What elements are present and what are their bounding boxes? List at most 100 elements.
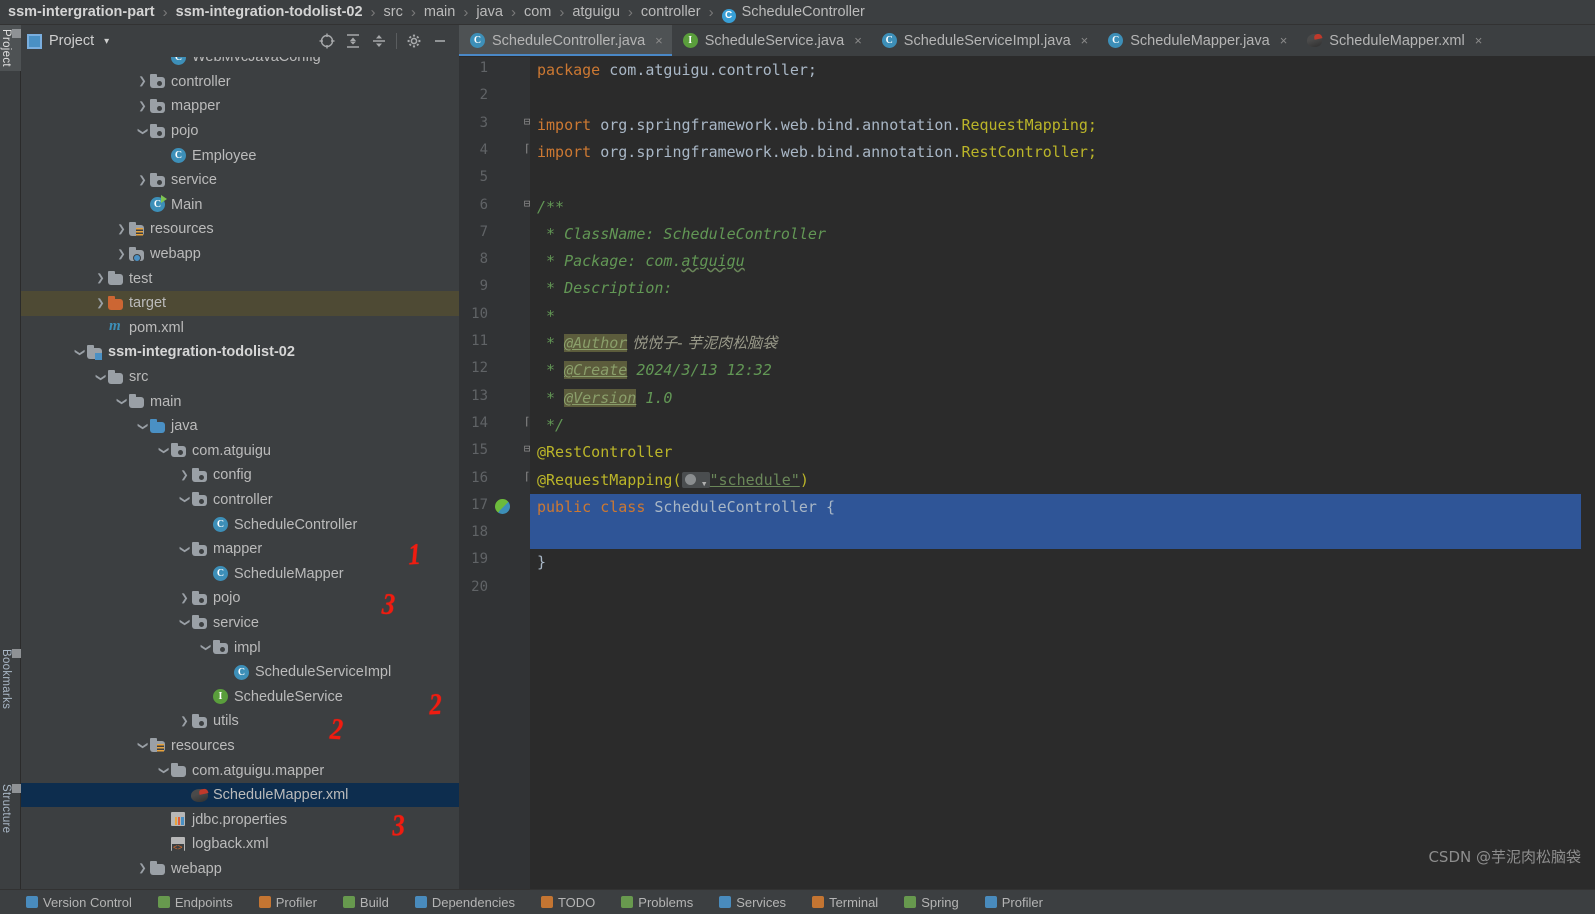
breadcrumb-item-0[interactable]: ssm-intergration-part <box>8 4 155 20</box>
status-bar-item-services[interactable]: Services <box>719 895 786 910</box>
breadcrumb-item-2[interactable]: src <box>384 4 403 20</box>
tree-node-schedulemapper-xml[interactable]: ❯ScheduleMapper.xml <box>21 782 459 808</box>
expand-all-icon[interactable] <box>340 29 366 53</box>
chevron-down-icon[interactable]: ❯ <box>158 444 169 457</box>
tree-node-resources[interactable]: ❯ resources <box>21 734 459 759</box>
tree-node-schedulemapper[interactable]: ❯CScheduleMapper <box>21 561 459 586</box>
hide-panel-icon[interactable] <box>427 29 453 53</box>
settings-gear-icon[interactable] <box>401 29 427 53</box>
spring-bean-icon[interactable] <box>495 498 510 514</box>
tree-node-impl[interactable]: ❯ impl <box>21 635 459 660</box>
status-bar-item-endpoints[interactable]: Endpoints <box>157 895 233 910</box>
status-bar-item-profiler[interactable]: Profiler <box>984 895 1043 910</box>
code-editor[interactable]: 1 2 3 4 5 6 7 8 9 10 11 12 13 14 15 16 17 18 19 20 ⊟ ⌈ ⊟ ⌈ ⊟ ⌈ pa… <box>459 57 1595 914</box>
chevron-down-icon[interactable]: ❯ <box>137 420 148 433</box>
chevron-down-icon[interactable]: ❯ <box>179 543 190 556</box>
tool-window-bookmarks[interactable]: Bookmarks <box>0 645 21 713</box>
tree-node-resources[interactable]: ❯ resources <box>21 217 459 242</box>
tree-node-scheduleserviceimpl[interactable]: ❯CScheduleServiceImpl <box>21 660 459 685</box>
tree-node-schedulecontroller[interactable]: ❯CScheduleController <box>21 512 459 537</box>
status-bar-item-version-control[interactable]: Version Control <box>26 895 132 910</box>
status-bar-item-build[interactable]: Build <box>342 895 389 910</box>
breadcrumb-item-6[interactable]: atguigu <box>572 4 620 20</box>
editor-gutter[interactable]: 1 2 3 4 5 6 7 8 9 10 11 12 13 14 15 16 17 18 19 20 ⊟ ⌈ ⊟ ⌈ ⊟ ⌈ <box>459 57 530 889</box>
chevron-right-icon[interactable]: ❯ <box>136 101 149 112</box>
breadcrumb-item-5[interactable]: com <box>524 4 551 20</box>
chevron-down-icon[interactable]: ▾ <box>104 36 109 47</box>
tree-node-target[interactable]: ❯ target <box>21 290 459 316</box>
breadcrumb[interactable]: ssm-intergration-part › ssm-integration-to… <box>0 0 1595 25</box>
chevron-right-icon[interactable]: ❯ <box>94 273 107 284</box>
tree-node-java[interactable]: ❯ java <box>21 414 459 439</box>
chevron-right-icon[interactable]: ❯ <box>94 298 107 309</box>
tree-node-employee[interactable]: ❯CEmployee <box>21 143 459 168</box>
editor-tab-schedulemapper-java[interactable]: C ScheduleMapper.java × <box>1097 25 1296 56</box>
tree-node-com-atguigu-mapper[interactable]: ❯ com.atguigu.mapper <box>21 758 459 783</box>
tree-node-controller[interactable]: ❯ controller <box>21 488 459 513</box>
editor-tab-schedulecontroller-java[interactable]: C ScheduleController.java × <box>459 25 672 56</box>
tree-node-service[interactable]: ❯ service <box>21 611 459 636</box>
tree-node-controller[interactable]: ❯ controller <box>21 70 459 95</box>
breadcrumb-item-1[interactable]: ssm-integration-todolist-02 <box>176 4 363 20</box>
status-bar-item-profiler[interactable]: Profiler <box>258 895 317 910</box>
chevron-down-icon[interactable]: ❯ <box>95 371 106 384</box>
tree-node-scheduleservice[interactable]: ❯IScheduleService <box>21 684 459 709</box>
close-icon[interactable]: × <box>1081 33 1089 48</box>
tree-node-src[interactable]: ❯ src <box>21 365 459 390</box>
editor-tab-scheduleservice-java[interactable]: I ScheduleService.java × <box>672 25 871 56</box>
tree-node-config[interactable]: ❯ config <box>21 463 459 488</box>
status-bar-item-terminal[interactable]: Terminal <box>812 895 878 910</box>
chevron-right-icon[interactable]: ❯ <box>178 593 191 604</box>
chevron-down-icon[interactable]: ❯ <box>137 739 148 752</box>
tree-node-mapper[interactable]: ❯ mapper <box>21 94 459 119</box>
close-icon[interactable]: × <box>655 33 663 48</box>
tree-node-pojo[interactable]: ❯ pojo <box>21 119 459 144</box>
editor-tab-scheduleserviceimpl-java[interactable]: C ScheduleServiceImpl.java × <box>871 25 1097 56</box>
close-icon[interactable]: × <box>854 33 862 48</box>
status-bar-item-problems[interactable]: Problems <box>621 895 693 910</box>
select-opened-file-icon[interactable] <box>314 29 340 53</box>
status-bar[interactable]: Version Control Endpoints Profiler Build Dep… <box>0 889 1595 914</box>
tree-node-webapp[interactable]: ❯ webapp <box>21 242 459 267</box>
status-bar-item-spring[interactable]: Spring <box>904 895 959 910</box>
chevron-right-icon[interactable]: ❯ <box>115 224 128 235</box>
collapse-all-icon[interactable] <box>366 29 392 53</box>
project-tree[interactable]: ❯CWebMvcJavaConfig❯controller❯mapper❯poj… <box>21 57 459 889</box>
tool-window-structure[interactable]: Structure <box>0 780 21 837</box>
chevron-down-icon[interactable]: ❯ <box>116 395 127 408</box>
tree-node-logback-xml[interactable]: ❯logback.xml <box>21 832 459 857</box>
tree-node-utils[interactable]: ❯ utils <box>21 709 459 734</box>
tree-node-test[interactable]: ❯ test <box>21 266 459 291</box>
web-url-icon[interactable] <box>681 470 710 497</box>
tree-node-pojo[interactable]: ❯ pojo <box>21 586 459 611</box>
tool-window-project[interactable]: Project <box>0 25 21 71</box>
breadcrumb-item-7[interactable]: controller <box>641 4 701 20</box>
editor-scrollbar[interactable] <box>1581 89 1595 914</box>
chevron-right-icon[interactable]: ❯ <box>136 76 149 87</box>
tree-node-webapp[interactable]: ❯ webapp <box>21 857 459 882</box>
chevron-down-icon[interactable]: ❯ <box>137 125 148 138</box>
tree-node-main[interactable]: ❯CMain <box>21 193 459 218</box>
tree-node-com-atguigu[interactable]: ❯ com.atguigu <box>21 439 459 464</box>
chevron-down-icon[interactable]: ❯ <box>179 493 190 506</box>
breadcrumb-item-4[interactable]: java <box>476 4 503 20</box>
close-icon[interactable]: × <box>1475 33 1483 48</box>
chevron-down-icon[interactable]: ❯ <box>158 764 169 777</box>
editor-tab-schedulemapper-xml[interactable]: ScheduleMapper.xml × <box>1296 25 1491 56</box>
tree-node-webmvcjavaconfig[interactable]: ❯CWebMvcJavaConfig <box>21 57 459 70</box>
chevron-right-icon[interactable]: ❯ <box>178 470 191 481</box>
chevron-right-icon[interactable]: ❯ <box>115 249 128 260</box>
chevron-right-icon[interactable]: ❯ <box>136 863 149 874</box>
status-bar-item-dependencies[interactable]: Dependencies <box>414 895 515 910</box>
tree-node-service[interactable]: ❯ service <box>21 168 459 193</box>
chevron-down-icon[interactable]: ❯ <box>179 616 190 629</box>
breadcrumb-item-3[interactable]: main <box>424 4 455 20</box>
chevron-down-icon[interactable]: ❯ <box>74 346 85 359</box>
status-bar-item-todo[interactable]: TODO <box>540 895 595 910</box>
tree-node-mapper[interactable]: ❯ mapper <box>21 537 459 562</box>
chevron-right-icon[interactable]: ❯ <box>178 716 191 727</box>
tree-node-main[interactable]: ❯ main <box>21 389 459 414</box>
tree-node-pom-xml[interactable]: ❯mpom.xml <box>21 316 459 341</box>
chevron-down-icon[interactable]: ❯ <box>200 641 211 654</box>
breadcrumb-item-8[interactable]: C ScheduleController <box>721 4 865 23</box>
